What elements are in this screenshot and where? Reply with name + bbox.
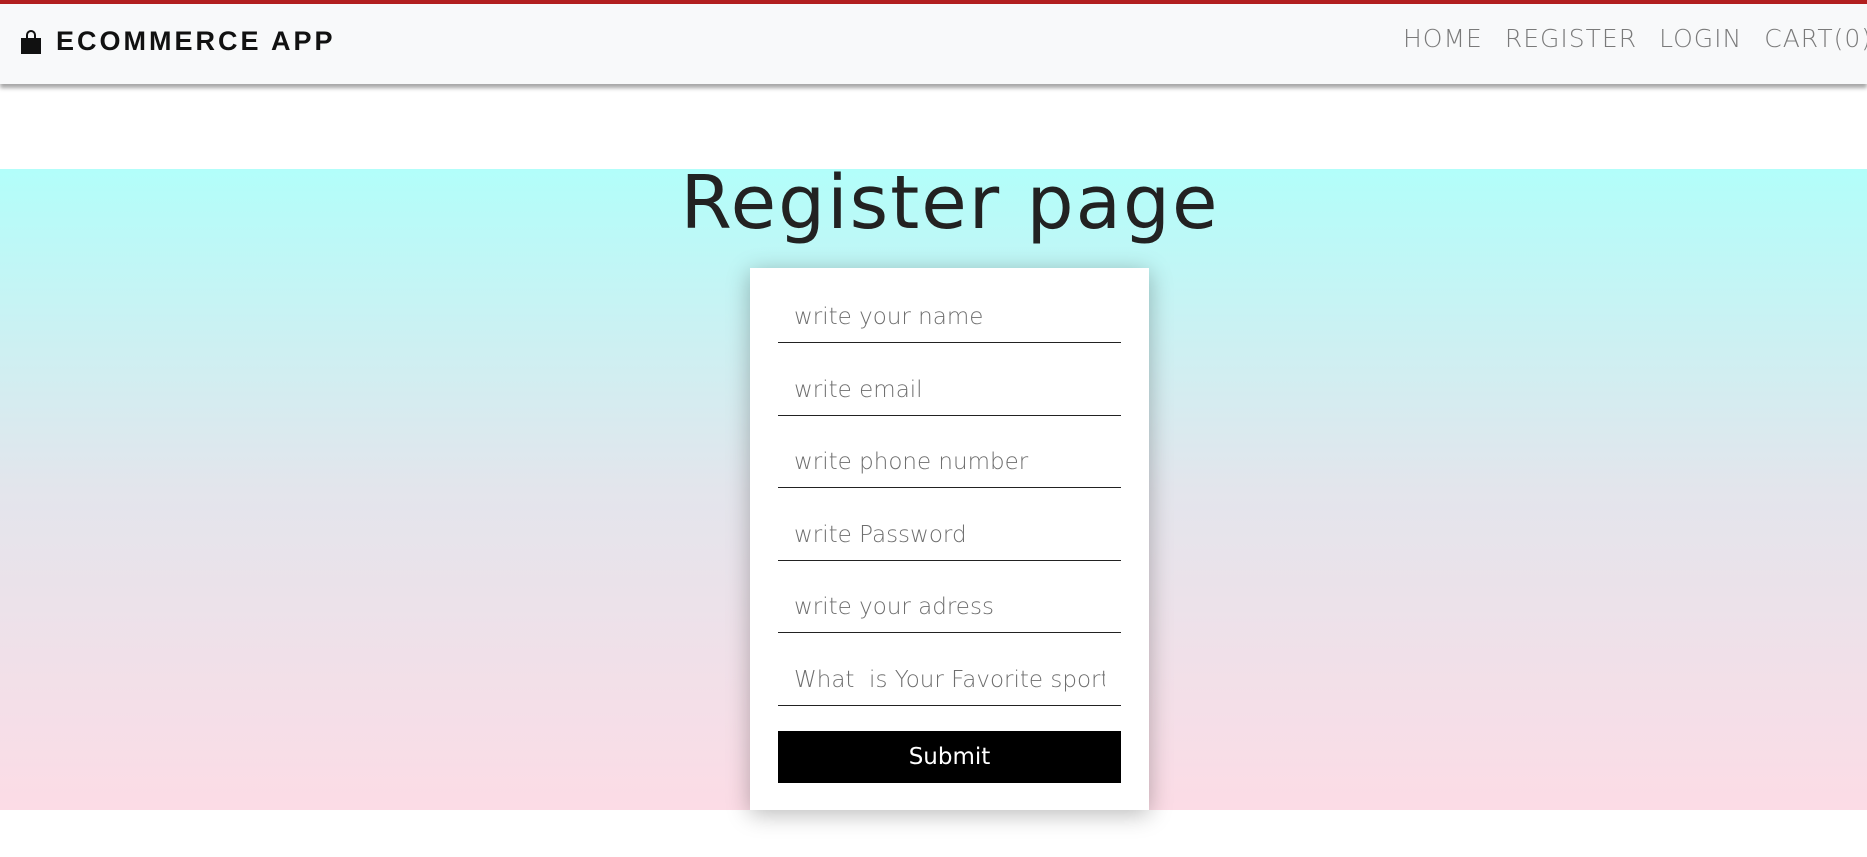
phone-input[interactable] [778, 436, 1121, 488]
page-title: Register page [680, 160, 1220, 246]
register-form: Submit [750, 268, 1149, 810]
name-input[interactable] [778, 291, 1121, 343]
brand-link[interactable]: ECOMMERCE APP [20, 26, 336, 57]
nav-link-home[interactable]: HOME [1403, 24, 1483, 53]
nav-links: HOME REGISTER LOGIN CART(0) [1403, 24, 1867, 53]
brand-label: ECOMMERCE APP [56, 26, 336, 56]
favorite-sport-input[interactable] [778, 654, 1121, 706]
submit-button[interactable]: Submit [778, 731, 1121, 783]
navbar: ECOMMERCE APP HOME REGISTER LOGIN CART(0… [0, 4, 1867, 84]
address-input[interactable] [778, 581, 1121, 633]
nav-link-register[interactable]: REGISTER [1505, 24, 1637, 53]
shopping-bag-icon [21, 29, 41, 54]
password-input[interactable] [778, 509, 1121, 561]
nav-link-cart[interactable]: CART(0) [1764, 24, 1867, 53]
nav-link-login[interactable]: LOGIN [1659, 24, 1742, 53]
email-input[interactable] [778, 364, 1121, 416]
